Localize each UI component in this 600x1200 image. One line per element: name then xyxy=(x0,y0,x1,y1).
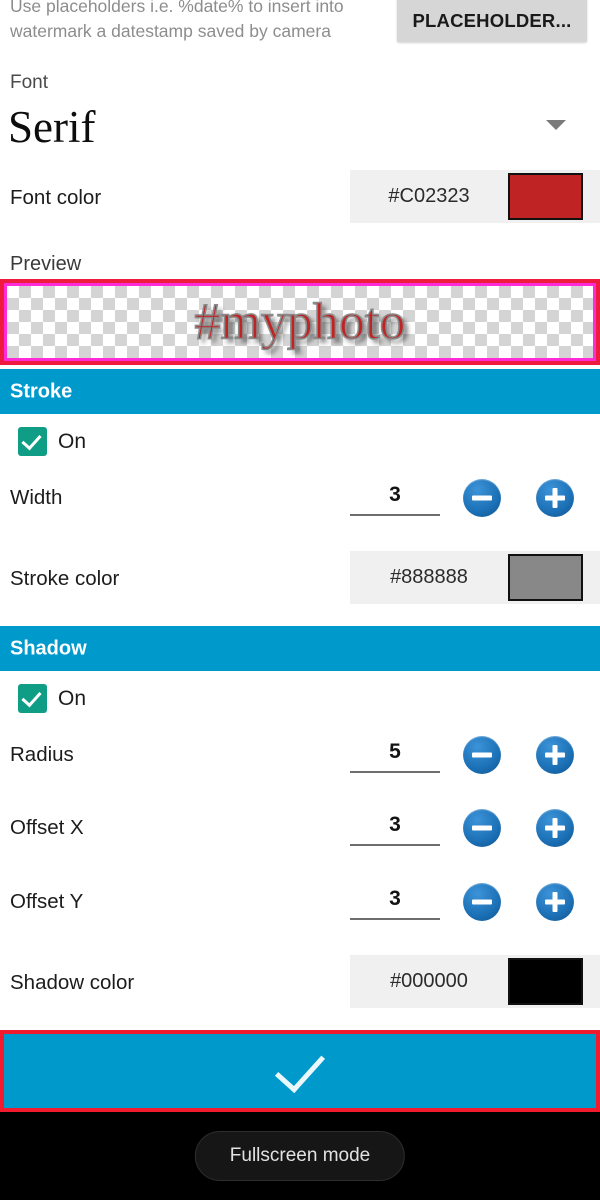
shadow-color-hex: #000000 xyxy=(390,970,468,992)
stroke-enabled-label: On xyxy=(58,430,87,453)
confirm-button[interactable] xyxy=(0,1030,600,1112)
minus-circle-icon-stroke-width[interactable] xyxy=(463,479,501,517)
check-icon xyxy=(21,686,42,708)
minus-glyph xyxy=(472,752,492,758)
stroke-color-hex: #888888 xyxy=(390,566,468,588)
placeholder-button[interactable]: PLACEHOLDER... xyxy=(397,0,587,42)
shadow-offset-x-label: Offset X xyxy=(10,816,84,839)
preview-label: Preview xyxy=(10,253,82,275)
shadow-color-field[interactable]: #000000 xyxy=(350,955,600,1008)
shadow-offset-y-input[interactable]: 3 xyxy=(350,884,440,920)
shadow-radius-input[interactable]: 5 xyxy=(350,737,440,773)
check-icon xyxy=(21,429,42,451)
stroke-color-field[interactable]: #888888 xyxy=(350,551,600,604)
fullscreen-mode-pill[interactable]: Fullscreen mode xyxy=(194,1131,406,1181)
stroke-width-input[interactable]: 3 xyxy=(350,480,440,516)
plus-circle-icon-offset-y[interactable] xyxy=(536,883,574,921)
preview-watermark-text: #myphoto xyxy=(194,293,407,352)
font-value[interactable]: Serif xyxy=(8,97,95,157)
plus-circle-icon-shadow-radius[interactable] xyxy=(536,736,574,774)
minus-circle-icon-offset-y[interactable] xyxy=(463,883,501,921)
minus-circle-icon-offset-x[interactable] xyxy=(463,809,501,847)
section-header-stroke: Stroke xyxy=(0,369,600,414)
check-icon xyxy=(274,1041,326,1094)
section-header-shadow-label: Shadow xyxy=(10,637,87,659)
shadow-radius-label: Radius xyxy=(10,743,74,766)
section-header-shadow: Shadow xyxy=(0,626,600,671)
shadow-color-label: Shadow color xyxy=(10,971,135,994)
stroke-enabled-checkbox[interactable] xyxy=(18,427,47,456)
placeholder-hint-text: Use placeholders i.e. %date% to insert i… xyxy=(10,0,344,41)
system-navigation-bar: Fullscreen mode xyxy=(0,1112,600,1200)
plus-circle-icon-offset-x[interactable] xyxy=(536,809,574,847)
stroke-color-swatch[interactable] xyxy=(508,554,583,601)
section-header-stroke-label: Stroke xyxy=(10,380,73,402)
preview-highlight-box: #myphoto xyxy=(0,279,600,365)
plus-glyph-v xyxy=(552,745,558,765)
plus-glyph-v xyxy=(552,488,558,508)
plus-glyph-v xyxy=(552,892,558,912)
font-label: Font xyxy=(10,72,49,93)
minus-circle-icon-shadow-radius[interactable] xyxy=(463,736,501,774)
font-color-label: Font color xyxy=(10,186,102,209)
stroke-color-label: Stroke color xyxy=(10,567,120,590)
minus-glyph xyxy=(472,495,492,501)
watermark-settings-screen: Use placeholders i.e. %date% to insert i… xyxy=(0,0,600,1200)
shadow-offset-y-label: Offset Y xyxy=(10,890,84,913)
shadow-color-swatch[interactable] xyxy=(508,958,583,1005)
chevron-down-icon[interactable] xyxy=(546,120,566,130)
font-color-swatch[interactable] xyxy=(508,173,583,220)
font-color-hex: #C02323 xyxy=(388,185,470,207)
shadow-offset-x-input[interactable]: 3 xyxy=(350,810,440,846)
preview-canvas: #myphoto xyxy=(7,286,593,358)
stroke-width-label: Width xyxy=(10,486,63,509)
minus-glyph xyxy=(472,825,492,831)
shadow-enabled-checkbox[interactable] xyxy=(18,684,47,713)
minus-glyph xyxy=(472,899,492,905)
plus-circle-icon-stroke-width[interactable] xyxy=(536,479,574,517)
shadow-enabled-label: On xyxy=(58,687,87,710)
font-color-field[interactable]: #C02323 xyxy=(350,170,600,223)
plus-glyph-v xyxy=(552,818,558,838)
